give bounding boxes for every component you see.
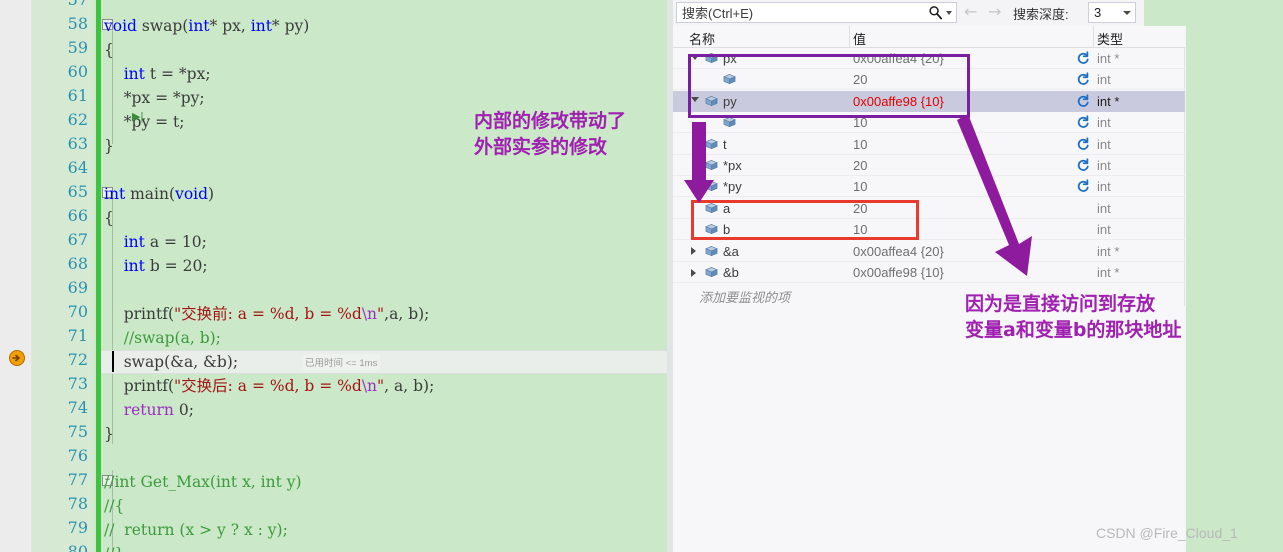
watch-row-value[interactable]: 10	[853, 137, 867, 152]
watch-row-value[interactable]: 0x00affe98 {10}	[853, 265, 944, 280]
column-divider[interactable]	[1093, 26, 1094, 48]
code-line-59[interactable]: {	[104, 38, 114, 62]
line-number: 57	[32, 0, 88, 9]
code-line-66[interactable]: {	[104, 206, 114, 230]
watch-grid-header: 名称 值 类型	[673, 26, 1185, 48]
code-line-78[interactable]: //{	[104, 494, 124, 518]
code-line-58[interactable]: void swap(int* px, int* py)	[104, 14, 309, 38]
code-editor[interactable]: 57 58 59 60 61 62 63 64 65 66 67 68 69 7…	[0, 0, 673, 552]
expander-closed-icon[interactable]	[691, 247, 696, 256]
expander-closed-icon[interactable]	[691, 268, 696, 277]
annotation-inner-change: 内部的修改带动了 外部实参的修改	[474, 110, 627, 158]
search-depth-combobox[interactable]: 3	[1088, 2, 1136, 23]
column-header-value[interactable]: 值	[853, 29, 866, 48]
variable-cube-icon	[705, 180, 718, 198]
current-execution-pointer-icon	[9, 350, 25, 366]
code-line-71[interactable]: //swap(a, b);	[104, 326, 221, 350]
watch-row-value[interactable]: 0x00affea4 {20}	[853, 244, 944, 259]
watch-row-name[interactable]: &a	[723, 244, 739, 259]
watch-row-type: int *	[1097, 51, 1120, 66]
code-line-65[interactable]: int main(void)	[104, 182, 214, 206]
variable-cube-icon	[705, 266, 718, 284]
watch-row-type: int	[1097, 179, 1111, 195]
code-line-75[interactable]: }	[104, 422, 114, 446]
refresh-icon[interactable]	[1077, 136, 1090, 156]
variable-cube-icon	[705, 159, 718, 177]
code-line-77[interactable]: //int Get_Max(int x, int y)	[104, 470, 302, 494]
watch-row-type: int *	[1097, 243, 1120, 259]
code-line-79[interactable]: // return (x > y ? x : y);	[104, 518, 288, 542]
search-icon[interactable]	[928, 5, 956, 20]
refresh-icon[interactable]	[1077, 94, 1090, 113]
performance-tip: 已用时间 <= 1ms	[302, 354, 381, 370]
watch-row-type: int	[1097, 136, 1111, 152]
column-header-type[interactable]: 类型	[1097, 29, 1123, 48]
watch-row-type: int	[1097, 158, 1111, 173]
code-line-72[interactable]: swap(&a, &b);	[104, 350, 238, 374]
line-number: 64	[67, 158, 88, 177]
watch-row-type: int *	[1097, 265, 1120, 280]
column-header-name[interactable]: 名称	[689, 29, 715, 48]
watch-row-type: int	[1097, 72, 1111, 88]
watch-row-type: int	[1097, 115, 1111, 131]
watermark: CSDN @Fire_Cloud_1	[1096, 525, 1238, 541]
watch-row[interactable]: t 10 int	[673, 134, 1185, 155]
add-watch-placeholder: 添加要监视的项	[699, 290, 791, 305]
refresh-icon[interactable]	[1077, 179, 1090, 198]
watch-row-value[interactable]: 10	[853, 179, 867, 194]
search-input[interactable]: 搜索(Ctrl+E)	[676, 2, 957, 23]
code-line-62[interactable]: *py = t;	[104, 110, 185, 134]
watch-row-name[interactable]: t	[723, 137, 727, 152]
code-line-73[interactable]: printf("交换后: a = %d, b = %d\n", a, b);	[104, 374, 435, 398]
search-input-placeholder: 搜索(Ctrl+E)	[682, 6, 754, 21]
watch-row[interactable]: &a 0x00affea4 {20} int *	[673, 241, 1185, 262]
refresh-icon[interactable]	[1077, 51, 1090, 70]
watch-row[interactable]: *py 10 int	[673, 176, 1185, 198]
code-line-80[interactable]: //}	[104, 542, 124, 552]
code-line-63[interactable]: }	[104, 134, 114, 158]
variable-cube-icon	[705, 138, 718, 156]
refresh-icon[interactable]	[1077, 115, 1090, 134]
watch-row-type: int	[1097, 222, 1111, 238]
watch-toolbar: 搜索(Ctrl+E) ← → 搜索深度: 3	[673, 0, 1283, 26]
watch-row-name[interactable]: *py	[723, 179, 742, 194]
variable-cube-icon	[723, 116, 736, 134]
variable-cube-icon	[705, 245, 718, 263]
code-line-70[interactable]: printf("交换前: a = %d, b = %d\n",a, b);	[104, 302, 430, 326]
code-line-74[interactable]: return 0;	[104, 398, 194, 422]
line-number: 76	[67, 446, 88, 465]
red-highlight-box	[691, 200, 919, 240]
annotation-direct-access: 因为是直接访问到存放 变量a和变量b的那块地址	[965, 293, 1182, 341]
watch-row-type: int *	[1097, 93, 1120, 109]
search-depth-value: 3	[1094, 5, 1102, 20]
watch-row-name[interactable]: &b	[723, 265, 739, 280]
purple-highlight-box	[688, 54, 970, 118]
code-line-61[interactable]: *px = *py;	[104, 86, 205, 110]
watch-row-type: int	[1097, 200, 1111, 216]
watch-row[interactable]: &b 0x00affe98 {10} int *	[673, 262, 1185, 283]
nav-back-icon[interactable]: ←	[964, 4, 977, 20]
refresh-icon[interactable]	[1077, 158, 1090, 177]
refresh-icon[interactable]	[1077, 72, 1090, 91]
step-into-marker-icon[interactable]: ▶|	[132, 112, 143, 123]
column-divider[interactable]	[849, 26, 850, 48]
watch-row-value[interactable]: 20	[853, 158, 867, 173]
code-line-68[interactable]: int b = 20;	[104, 254, 208, 278]
nav-forward-icon[interactable]: →	[988, 4, 1001, 20]
panel-background	[1186, 26, 1283, 552]
watch-row-name[interactable]: *px	[723, 158, 742, 173]
chevron-down-icon[interactable]	[1123, 10, 1131, 15]
code-line-67[interactable]: int a = 10;	[104, 230, 207, 254]
line-number: 69	[67, 278, 88, 297]
search-options-caret-icon[interactable]	[946, 10, 952, 15]
watch-row[interactable]: *px 20 int	[673, 155, 1185, 176]
code-line-60[interactable]: int t = *px;	[104, 62, 211, 86]
search-depth-label: 搜索深度:	[1013, 7, 1069, 22]
